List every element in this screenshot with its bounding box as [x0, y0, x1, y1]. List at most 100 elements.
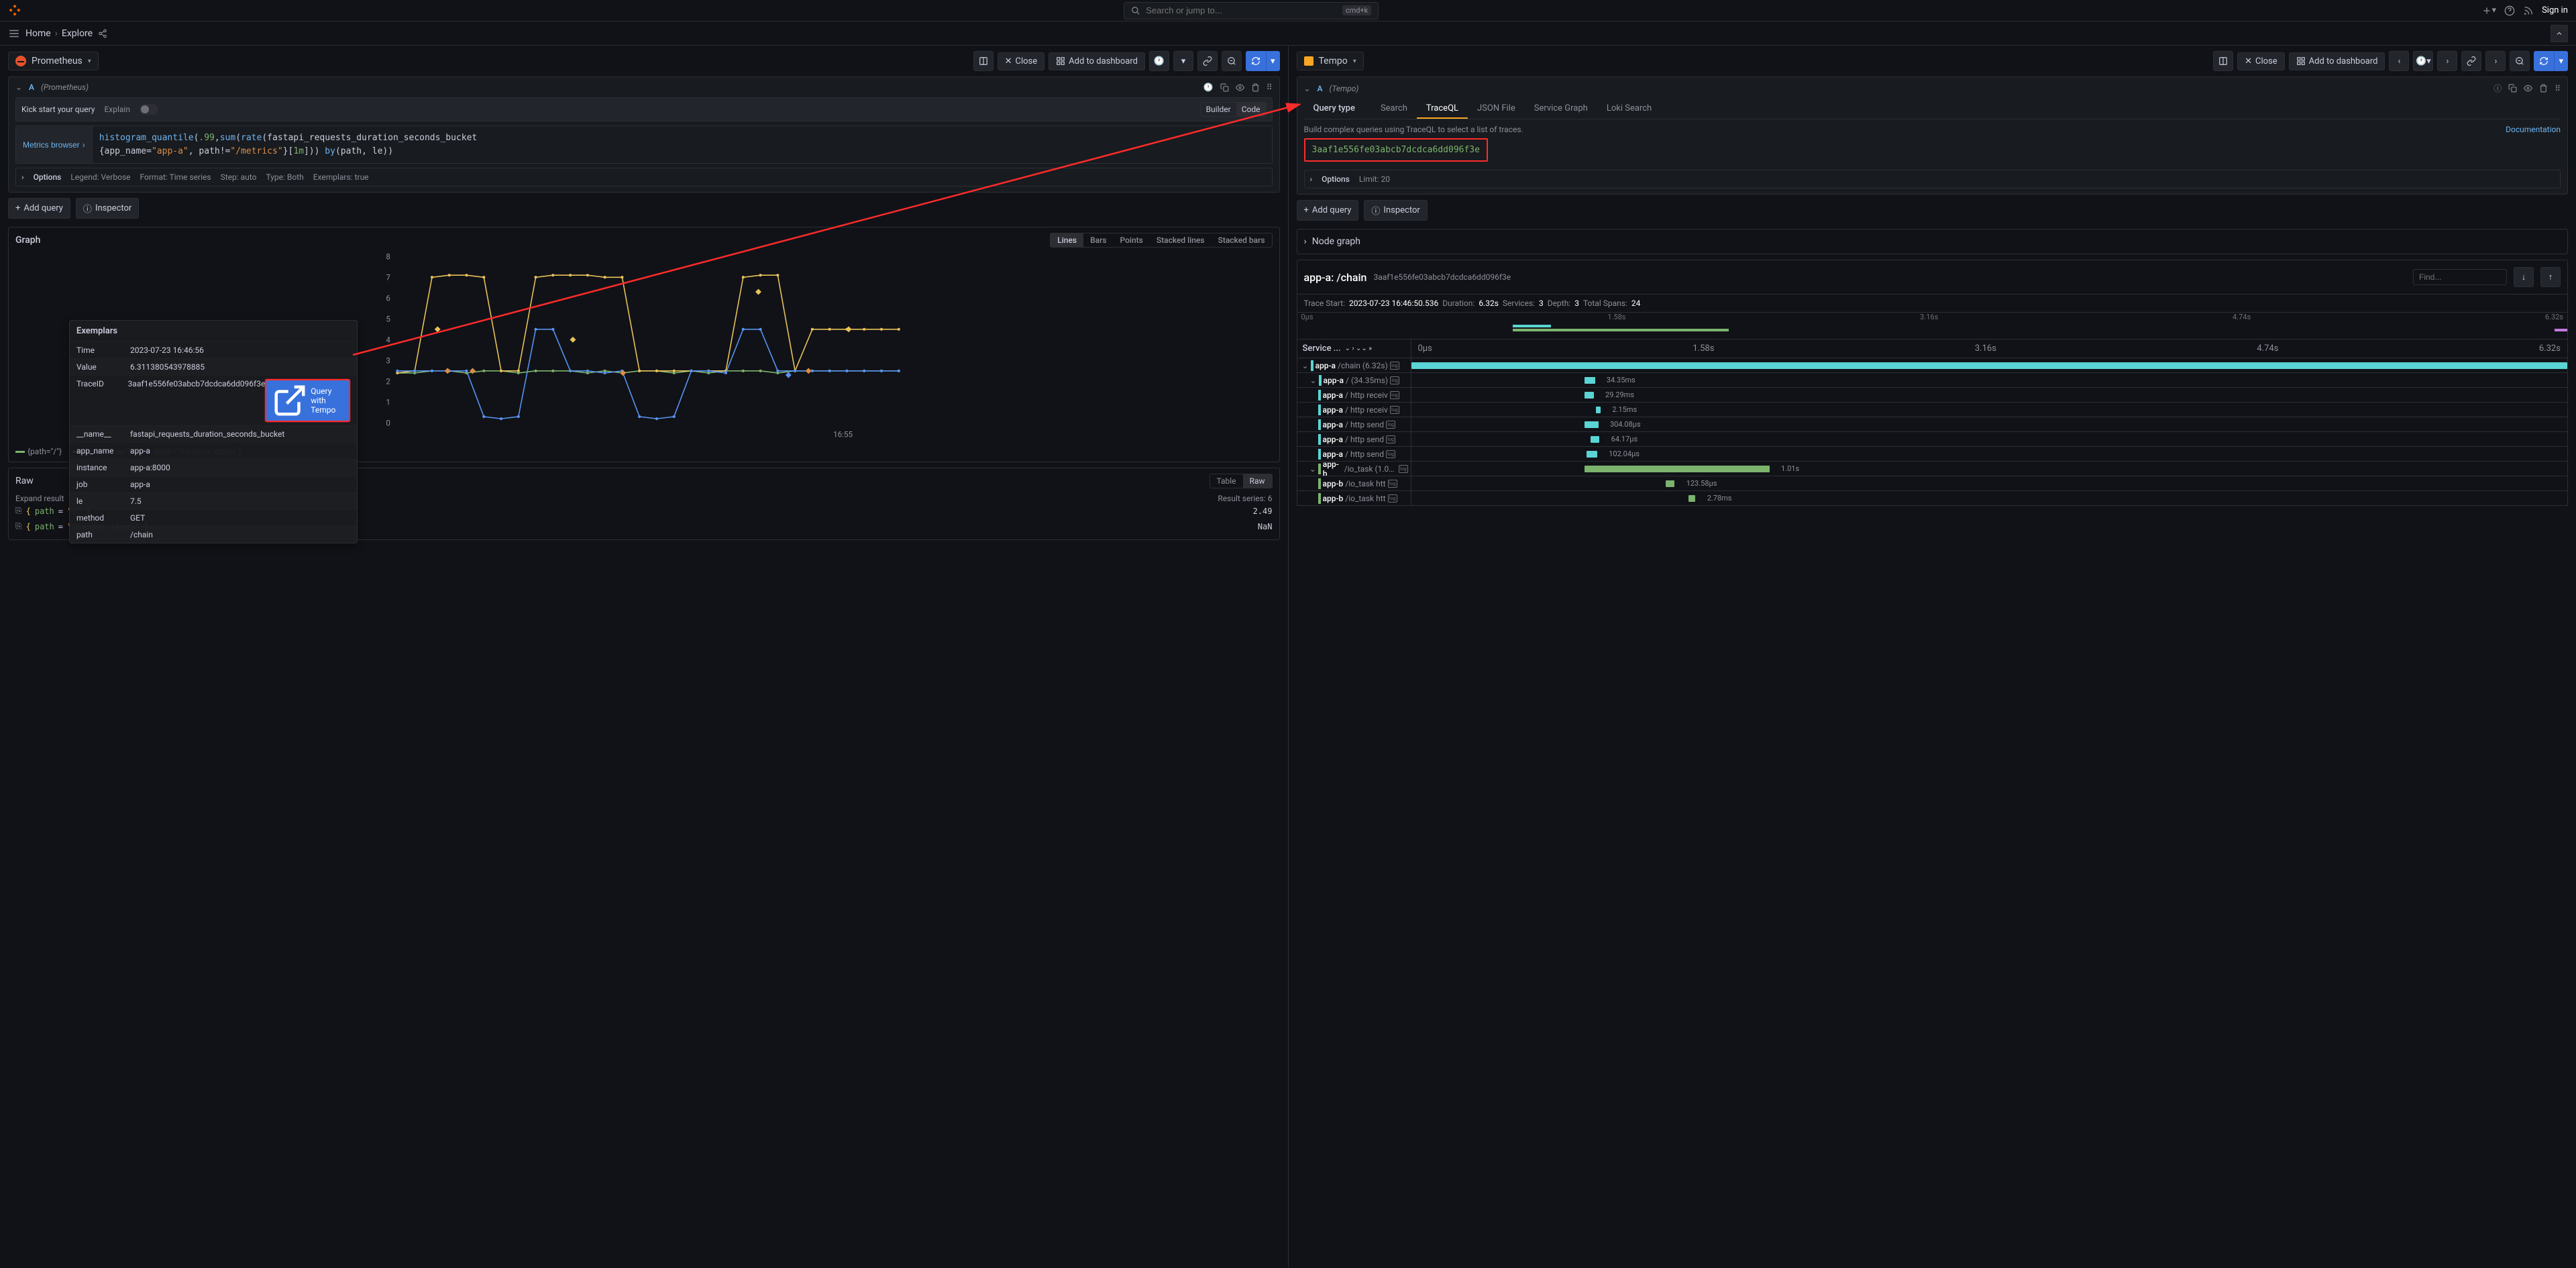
- trace-prev[interactable]: ↓: [2514, 267, 2534, 287]
- add-query-button[interactable]: + Add query: [1297, 200, 1359, 221]
- tab-search[interactable]: Search: [1371, 99, 1417, 119]
- delete-query-icon[interactable]: [1251, 83, 1260, 92]
- breadcrumb-explore[interactable]: Explore: [62, 28, 93, 39]
- time-picker[interactable]: 🕐: [1149, 51, 1169, 71]
- tab-json[interactable]: JSON File: [1468, 99, 1525, 119]
- explain-toggle[interactable]: [140, 104, 158, 115]
- span-row[interactable]: app-b /io_task httlog123.58μs: [1297, 476, 2569, 491]
- grafana-logo[interactable]: [8, 4, 21, 17]
- time-dropdown[interactable]: ▾: [1173, 51, 1193, 71]
- time-fwd-button[interactable]: ›: [2437, 51, 2457, 71]
- timeline-ticks: 0μs 1.58s 3.16s 4.74s 6.32s: [1411, 339, 2568, 358]
- datasource-picker-tempo[interactable]: Tempo ▾: [1297, 52, 1364, 70]
- explain-label: Explain: [104, 105, 130, 114]
- span-row[interactable]: ⌄app-a /chain (6.32s)log: [1297, 358, 2569, 373]
- datasource-picker-prometheus[interactable]: Prometheus ▾: [8, 52, 99, 70]
- close-button[interactable]: ✕ Close: [998, 52, 1045, 70]
- inspector-button[interactable]: ⓘ Inspector: [76, 198, 139, 219]
- datasource-name: Tempo: [1319, 56, 1348, 66]
- tab-loki[interactable]: Loki Search: [1597, 99, 1661, 119]
- tab-service-graph[interactable]: Service Graph: [1525, 99, 1597, 119]
- query-history-icon[interactable]: 🕐: [1203, 83, 1214, 92]
- trace-next[interactable]: ↑: [2540, 267, 2561, 287]
- delete-query-icon[interactable]: [2539, 83, 2548, 94]
- span-row[interactable]: app-a / http receivlog29.29ms: [1297, 388, 2569, 403]
- svg-text:8: 8: [386, 253, 390, 262]
- run-query-button[interactable]: [2534, 51, 2554, 71]
- breadcrumb: Home › Explore: [25, 28, 93, 39]
- service-column-header[interactable]: Service ... ⌄ › ⌄⌄ »: [1297, 339, 1411, 358]
- trace-find-input[interactable]: [2413, 269, 2507, 285]
- query-letter: A: [29, 83, 34, 92]
- builder-code-toggle[interactable]: Builder Code: [1200, 102, 1267, 117]
- add-query-button[interactable]: + Add query: [8, 198, 70, 219]
- span-row[interactable]: app-a / http sendlog64.17μs: [1297, 432, 2569, 447]
- rss-icon[interactable]: [2523, 5, 2534, 16]
- span-row[interactable]: ⌄app-b /io_task (1.01s)log1.01s: [1297, 462, 2569, 476]
- drag-handle-icon[interactable]: ⠿: [2555, 83, 2561, 94]
- options-label[interactable]: Options: [34, 172, 62, 182]
- copy-query-icon[interactable]: [1220, 83, 1229, 92]
- copy-link-button[interactable]: [1197, 51, 1218, 71]
- menu-icon[interactable]: [8, 28, 20, 40]
- share-icon[interactable]: [98, 29, 107, 38]
- toggle-visibility-icon[interactable]: [1236, 83, 1244, 92]
- query-collapse[interactable]: ⌄: [15, 83, 22, 92]
- signin-link[interactable]: Sign in: [2542, 5, 2568, 15]
- span-row[interactable]: app-a / http sendlog304.08μs: [1297, 417, 2569, 432]
- metrics-browser-button[interactable]: Metrics browser ›: [16, 126, 93, 163]
- kick-start-button[interactable]: Kick start your query: [21, 105, 95, 114]
- traceql-input[interactable]: 3aaf1e556fe03abcb7dcdca6dd096f3e: [1304, 138, 1488, 162]
- query-with-tempo-button[interactable]: Query with Tempo: [265, 379, 350, 422]
- zoom-out-button[interactable]: [2510, 51, 2530, 71]
- right-pane: Tempo ▾ ✕ Close Add to dashboard ‹ 🕐▾ › …: [1289, 46, 2576, 1268]
- time-picker[interactable]: 🕐▾: [2413, 51, 2433, 71]
- code-mode[interactable]: Code: [1236, 103, 1266, 116]
- span-row[interactable]: app-b /io_task httlog2.78ms: [1297, 491, 2569, 506]
- trace-meta: Trace Start:2023-07-23 16:46:50.536 Dura…: [1297, 295, 2569, 313]
- inspector-button[interactable]: ⓘ Inspector: [1364, 200, 1427, 221]
- global-search[interactable]: cmd+k: [1124, 2, 1379, 19]
- add-menu[interactable]: ▾: [2481, 5, 2497, 16]
- split-button[interactable]: [2213, 51, 2233, 71]
- help-icon[interactable]: [2504, 5, 2515, 16]
- toggle-visibility-icon[interactable]: [2524, 83, 2532, 94]
- span-row[interactable]: ⌄app-a / (34.35ms)log34.35ms: [1297, 373, 2569, 388]
- chart-canvas[interactable]: 01234567816:55 Exemplars Time2023-07-23 …: [15, 253, 1273, 444]
- legend-item[interactable]: {path="/"}: [15, 447, 62, 456]
- time-fwd2-button[interactable]: ›: [2485, 51, 2506, 71]
- tempo-icon: [1304, 56, 1313, 66]
- copy-link-button[interactable]: [2461, 51, 2481, 71]
- split-button[interactable]: [973, 51, 994, 71]
- breadcrumb-home[interactable]: Home: [25, 28, 51, 39]
- span-row[interactable]: app-a / http sendlog102.04μs: [1297, 447, 2569, 462]
- add-to-dashboard-button[interactable]: Add to dashboard: [2289, 52, 2385, 70]
- close-button[interactable]: ✕ Close: [2237, 52, 2285, 70]
- drag-handle-icon[interactable]: ⠿: [1267, 83, 1273, 92]
- zoom-out-button[interactable]: [1222, 51, 1242, 71]
- raw-mode-toggle[interactable]: Table Raw: [1210, 474, 1273, 488]
- svg-text:0: 0: [386, 419, 390, 428]
- promql-editor[interactable]: histogram_quantile(.99,sum(rate(fastapi_…: [93, 126, 1272, 163]
- query-help-icon[interactable]: ⓘ: [2493, 83, 2502, 94]
- search-input[interactable]: [1146, 5, 1337, 15]
- node-graph-section[interactable]: › Node graph: [1297, 229, 2569, 254]
- navbar: Home › Explore: [0, 21, 2576, 46]
- options-label[interactable]: Options: [1322, 174, 1350, 184]
- query-collapse[interactable]: ⌄: [1304, 84, 1311, 93]
- documentation-link[interactable]: Documentation: [2506, 125, 2561, 134]
- run-dropdown[interactable]: ▾: [2554, 51, 2568, 71]
- tab-traceql[interactable]: TraceQL: [1417, 99, 1468, 119]
- run-dropdown[interactable]: ▾: [1266, 51, 1280, 71]
- builder-mode[interactable]: Builder: [1201, 103, 1236, 116]
- copy-query-icon[interactable]: [2508, 83, 2517, 94]
- time-back-button[interactable]: ‹: [2389, 51, 2409, 71]
- trace-minimap[interactable]: 0μs 1.58s 3.16s 4.74s 6.32s: [1297, 313, 2569, 339]
- add-to-dashboard-button[interactable]: Add to dashboard: [1049, 52, 1145, 70]
- span-row[interactable]: app-a / http receivlog2.15ms: [1297, 403, 2569, 417]
- query-datasource-label: (Prometheus): [41, 83, 89, 92]
- collapse-panes-button[interactable]: [2551, 25, 2568, 42]
- chart-mode-toggle[interactable]: Lines Bars Points Stacked lines Stacked …: [1050, 233, 1272, 248]
- expand-results[interactable]: Expand result: [15, 494, 64, 503]
- run-query-button[interactable]: [1246, 51, 1266, 71]
